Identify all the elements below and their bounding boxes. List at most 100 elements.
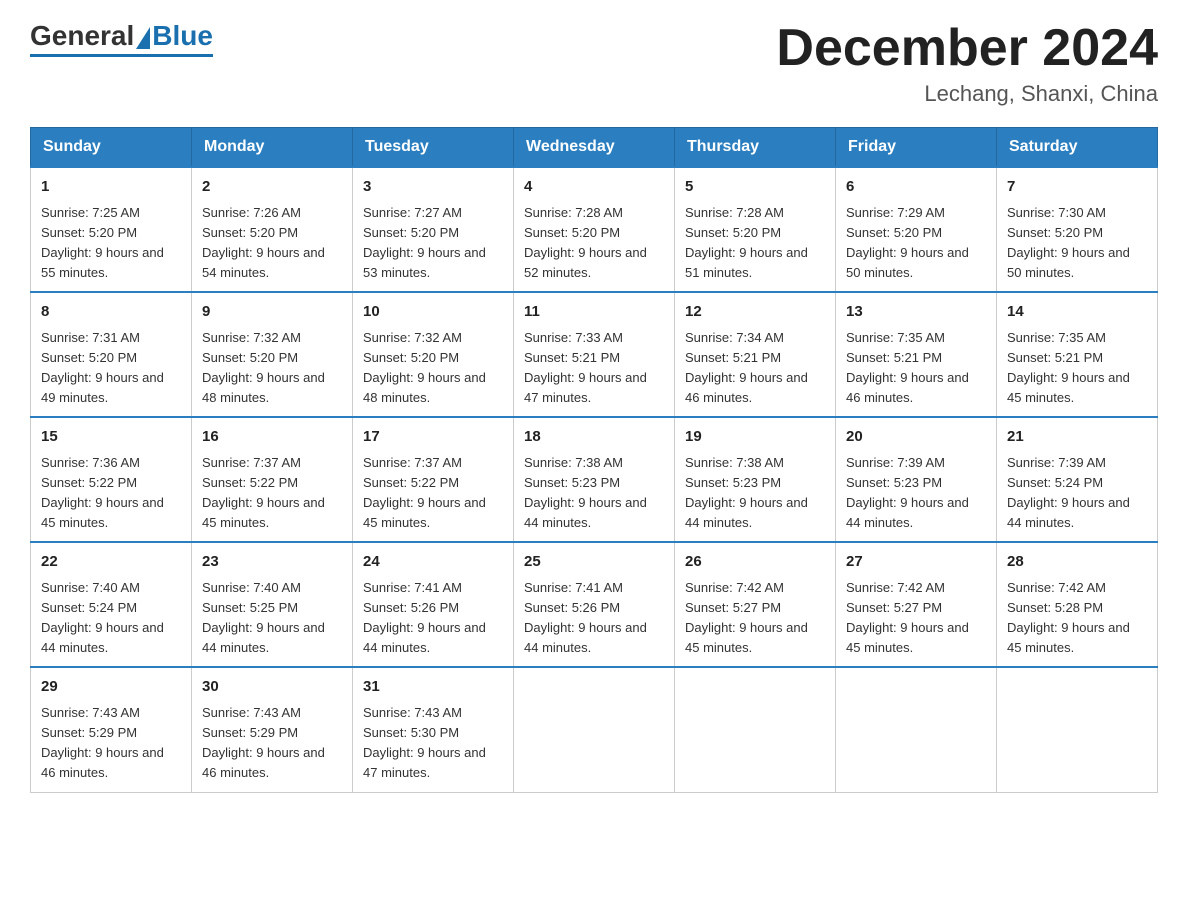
week-row-5: 29Sunrise: 7:43 AMSunset: 5:29 PMDayligh…	[31, 667, 1158, 792]
calendar-cell: 19 Sunrise: 7:38 AMSunset: 5:23 PMDayligh…	[675, 417, 836, 542]
day-info: Sunrise: 7:25 AMSunset: 5:20 PMDaylight:…	[41, 205, 164, 280]
day-info: Sunrise: 7:32 AMSunset: 5:20 PMDaylight:…	[363, 330, 486, 405]
page-header: General Blue December 2024 Lechang, Shan…	[30, 20, 1158, 107]
day-number: 24	[363, 551, 503, 574]
day-number: 11	[524, 301, 664, 324]
calendar-cell	[836, 667, 997, 792]
day-info: Sunrise: 7:35 AMSunset: 5:21 PMDaylight:…	[1007, 330, 1130, 405]
calendar-cell: 9 Sunrise: 7:32 AMSunset: 5:20 PMDaylight…	[192, 292, 353, 417]
day-number: 2	[202, 176, 342, 199]
day-info: Sunrise: 7:28 AMSunset: 5:20 PMDaylight:…	[685, 205, 808, 280]
logo-triangle-icon	[136, 27, 150, 49]
day-info: Sunrise: 7:37 AMSunset: 5:22 PMDaylight:…	[202, 455, 325, 530]
calendar-cell: 1 Sunrise: 7:25 AMSunset: 5:20 PMDaylight…	[31, 167, 192, 292]
calendar-cell: 6Sunrise: 7:29 AMSunset: 5:20 PMDaylight…	[836, 167, 997, 292]
day-info: Sunrise: 7:37 AMSunset: 5:22 PMDaylight:…	[363, 455, 486, 530]
day-info: Sunrise: 7:39 AMSunset: 5:24 PMDaylight:…	[1007, 455, 1130, 530]
location-text: Lechang, Shanxi, China	[776, 81, 1158, 107]
week-row-2: 8 Sunrise: 7:31 AMSunset: 5:20 PMDaylight…	[31, 292, 1158, 417]
calendar-cell: 26Sunrise: 7:42 AMSunset: 5:27 PMDayligh…	[675, 542, 836, 667]
logo-blue-text: Blue	[152, 20, 213, 52]
day-info: Sunrise: 7:36 AMSunset: 5:22 PMDaylight:…	[41, 455, 164, 530]
calendar-cell: 16 Sunrise: 7:37 AMSunset: 5:22 PMDayligh…	[192, 417, 353, 542]
day-info: Sunrise: 7:31 AMSunset: 5:20 PMDaylight:…	[41, 330, 164, 405]
calendar-cell	[997, 667, 1158, 792]
day-number: 19	[685, 426, 825, 449]
month-title: December 2024	[776, 20, 1158, 77]
day-info: Sunrise: 7:38 AMSunset: 5:23 PMDaylight:…	[524, 455, 647, 530]
weekday-header-friday: Friday	[836, 128, 997, 168]
week-row-1: 1 Sunrise: 7:25 AMSunset: 5:20 PMDaylight…	[31, 167, 1158, 292]
calendar-cell: 30 Sunrise: 7:43 AMSunset: 5:29 PMDayligh…	[192, 667, 353, 792]
day-info: Sunrise: 7:28 AMSunset: 5:20 PMDaylight:…	[524, 205, 647, 280]
day-number: 1	[41, 176, 181, 199]
calendar-cell: 17 Sunrise: 7:37 AMSunset: 5:22 PMDayligh…	[353, 417, 514, 542]
calendar-cell: 23 Sunrise: 7:40 AMSunset: 5:25 PMDayligh…	[192, 542, 353, 667]
calendar-cell	[675, 667, 836, 792]
day-info: Sunrise: 7:27 AMSunset: 5:20 PMDaylight:…	[363, 205, 486, 280]
day-number: 13	[846, 301, 986, 324]
day-number: 28	[1007, 551, 1147, 574]
calendar-cell: 12Sunrise: 7:34 AMSunset: 5:21 PMDayligh…	[675, 292, 836, 417]
day-number: 26	[685, 551, 825, 574]
day-info: Sunrise: 7:30 AMSunset: 5:20 PMDaylight:…	[1007, 205, 1130, 280]
day-number: 27	[846, 551, 986, 574]
day-info: Sunrise: 7:43 AMSunset: 5:29 PMDaylight:…	[41, 705, 164, 780]
calendar-cell: 20Sunrise: 7:39 AMSunset: 5:23 PMDayligh…	[836, 417, 997, 542]
calendar-cell: 22 Sunrise: 7:40 AMSunset: 5:24 PMDayligh…	[31, 542, 192, 667]
calendar-cell: 21 Sunrise: 7:39 AMSunset: 5:24 PMDayligh…	[997, 417, 1158, 542]
weekday-header-tuesday: Tuesday	[353, 128, 514, 168]
calendar-cell: 3Sunrise: 7:27 AMSunset: 5:20 PMDaylight…	[353, 167, 514, 292]
calendar-cell: 7 Sunrise: 7:30 AMSunset: 5:20 PMDaylight…	[997, 167, 1158, 292]
day-info: Sunrise: 7:40 AMSunset: 5:24 PMDaylight:…	[41, 580, 164, 655]
day-number: 8	[41, 301, 181, 324]
day-number: 14	[1007, 301, 1147, 324]
calendar-cell: 11 Sunrise: 7:33 AMSunset: 5:21 PMDayligh…	[514, 292, 675, 417]
day-info: Sunrise: 7:41 AMSunset: 5:26 PMDaylight:…	[524, 580, 647, 655]
weekday-header-row: SundayMondayTuesdayWednesdayThursdayFrid…	[31, 128, 1158, 168]
day-info: Sunrise: 7:42 AMSunset: 5:27 PMDaylight:…	[846, 580, 969, 655]
day-info: Sunrise: 7:43 AMSunset: 5:29 PMDaylight:…	[202, 705, 325, 780]
calendar-cell: 28 Sunrise: 7:42 AMSunset: 5:28 PMDayligh…	[997, 542, 1158, 667]
day-number: 7	[1007, 176, 1147, 199]
calendar-cell: 31Sunrise: 7:43 AMSunset: 5:30 PMDayligh…	[353, 667, 514, 792]
day-number: 10	[363, 301, 503, 324]
day-number: 17	[363, 426, 503, 449]
weekday-header-saturday: Saturday	[997, 128, 1158, 168]
day-number: 16	[202, 426, 342, 449]
calendar-cell: 13Sunrise: 7:35 AMSunset: 5:21 PMDayligh…	[836, 292, 997, 417]
weekday-header-sunday: Sunday	[31, 128, 192, 168]
calendar-cell: 2Sunrise: 7:26 AMSunset: 5:20 PMDaylight…	[192, 167, 353, 292]
weekday-header-thursday: Thursday	[675, 128, 836, 168]
weekday-header-monday: Monday	[192, 128, 353, 168]
logo-underline	[30, 54, 213, 57]
day-number: 21	[1007, 426, 1147, 449]
calendar-cell: 8 Sunrise: 7:31 AMSunset: 5:20 PMDaylight…	[31, 292, 192, 417]
day-number: 30	[202, 676, 342, 699]
day-info: Sunrise: 7:33 AMSunset: 5:21 PMDaylight:…	[524, 330, 647, 405]
calendar-cell: 14 Sunrise: 7:35 AMSunset: 5:21 PMDayligh…	[997, 292, 1158, 417]
day-number: 22	[41, 551, 181, 574]
day-info: Sunrise: 7:39 AMSunset: 5:23 PMDaylight:…	[846, 455, 969, 530]
day-number: 4	[524, 176, 664, 199]
day-info: Sunrise: 7:42 AMSunset: 5:28 PMDaylight:…	[1007, 580, 1130, 655]
calendar-cell: 29Sunrise: 7:43 AMSunset: 5:29 PMDayligh…	[31, 667, 192, 792]
calendar-cell: 5 Sunrise: 7:28 AMSunset: 5:20 PMDaylight…	[675, 167, 836, 292]
day-number: 5	[685, 176, 825, 199]
day-number: 31	[363, 676, 503, 699]
calendar-cell: 25Sunrise: 7:41 AMSunset: 5:26 PMDayligh…	[514, 542, 675, 667]
day-info: Sunrise: 7:32 AMSunset: 5:20 PMDaylight:…	[202, 330, 325, 405]
day-info: Sunrise: 7:29 AMSunset: 5:20 PMDaylight:…	[846, 205, 969, 280]
weekday-header-wednesday: Wednesday	[514, 128, 675, 168]
day-info: Sunrise: 7:34 AMSunset: 5:21 PMDaylight:…	[685, 330, 808, 405]
day-number: 23	[202, 551, 342, 574]
day-info: Sunrise: 7:40 AMSunset: 5:25 PMDaylight:…	[202, 580, 325, 655]
calendar-cell	[514, 667, 675, 792]
day-info: Sunrise: 7:38 AMSunset: 5:23 PMDaylight:…	[685, 455, 808, 530]
calendar-cell: 15Sunrise: 7:36 AMSunset: 5:22 PMDayligh…	[31, 417, 192, 542]
day-number: 9	[202, 301, 342, 324]
logo-general-text: General	[30, 20, 134, 52]
calendar-cell: 18 Sunrise: 7:38 AMSunset: 5:23 PMDayligh…	[514, 417, 675, 542]
day-number: 18	[524, 426, 664, 449]
calendar-cell: 27 Sunrise: 7:42 AMSunset: 5:27 PMDayligh…	[836, 542, 997, 667]
